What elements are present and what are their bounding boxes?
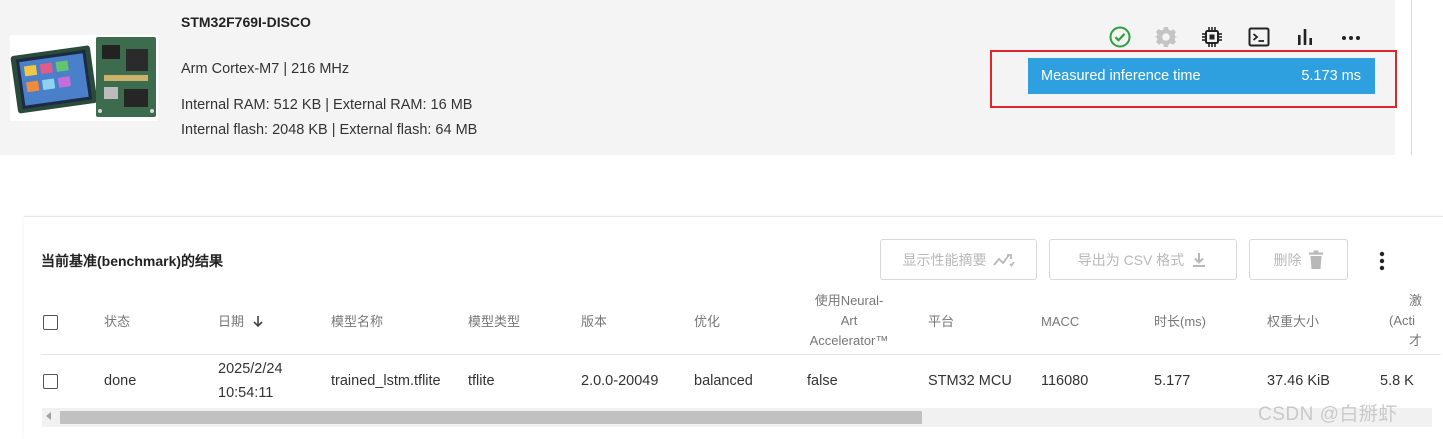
inference-time-bar: Measured inference time 5.173 ms xyxy=(1028,58,1375,94)
col-act-line3: 才 xyxy=(1409,333,1423,348)
inference-label: Measured inference time xyxy=(1041,68,1201,84)
col-model-name[interactable]: 模型名称 xyxy=(331,312,383,332)
cell-status: done xyxy=(104,373,137,389)
inference-value: 5.173 ms xyxy=(1301,68,1361,84)
more-vertical-icon[interactable] xyxy=(1372,250,1392,272)
trash-icon xyxy=(1308,250,1323,269)
cell-model-type: tflite xyxy=(468,373,495,389)
col-npu[interactable]: 使用Neural- Art Accelerator™ xyxy=(800,291,898,351)
cell-model-name: trained_lstm.tflite xyxy=(331,373,441,389)
chip-icon[interactable] xyxy=(1199,24,1225,50)
terminal-icon[interactable] xyxy=(1246,24,1272,50)
col-activations[interactable]: 激 (Acti 才 xyxy=(1386,291,1443,351)
cell-optimization: balanced xyxy=(694,373,753,389)
board-ram: Internal RAM: 512 KB | External RAM: 16 … xyxy=(181,97,473,113)
trend-icon xyxy=(992,253,1015,267)
col-macc[interactable]: MACC xyxy=(1041,312,1079,332)
col-optimization[interactable]: 优化 xyxy=(694,312,720,332)
check-circle-icon xyxy=(1107,24,1133,50)
col-model-type[interactable]: 模型类型 xyxy=(468,312,520,332)
select-all-checkbox[interactable] xyxy=(43,315,58,330)
row-checkbox[interactable] xyxy=(43,374,58,389)
delete-label: 删除 xyxy=(1273,251,1302,268)
col-platform[interactable]: 平台 xyxy=(928,312,954,332)
cell-weights: 37.46 KiB xyxy=(1267,373,1330,389)
col-weights[interactable]: 权重大小 xyxy=(1267,312,1319,332)
horizontal-scrollbar[interactable] xyxy=(42,408,1432,427)
export-csv-button[interactable]: 导出为 CSV 格式 xyxy=(1049,239,1237,280)
gear-icon[interactable] xyxy=(1153,24,1179,50)
cell-version: 2.0.0-20049 xyxy=(581,373,659,389)
show-summary-label: 显示性能摘要 xyxy=(902,251,987,268)
cell-date: 2025/2/24 10:54:11 xyxy=(218,359,283,404)
results-title: 当前基准(benchmark)的结果 xyxy=(41,253,224,269)
board-toolbar xyxy=(0,24,1443,50)
col-date[interactable]: 日期 xyxy=(218,312,264,332)
cell-date-day: 2025/2/24 xyxy=(218,361,283,377)
col-npu-line3: Accelerator™ xyxy=(809,333,889,348)
board-cpu: Arm Cortex-M7 | 216 MHz xyxy=(181,61,350,77)
cell-date-time: 10:54:11 xyxy=(218,385,274,401)
scrollbar-thumb[interactable] xyxy=(60,411,922,424)
col-npu-line2: Art xyxy=(840,313,858,328)
watermark: CSDN @白掰虾 xyxy=(1258,404,1398,425)
col-version[interactable]: 版本 xyxy=(581,312,607,332)
scroll-left-arrow-icon[interactable] xyxy=(46,412,51,420)
col-npu-line1: 使用Neural- xyxy=(814,293,884,308)
col-duration[interactable]: 时长(ms) xyxy=(1154,312,1206,332)
cell-activations: 5.8 K xyxy=(1380,373,1414,389)
download-icon xyxy=(1193,252,1206,267)
delete-button[interactable]: 删除 xyxy=(1249,239,1348,280)
col-date-label: 日期 xyxy=(218,314,245,329)
show-summary-button[interactable]: 显示性能摘要 xyxy=(880,239,1037,280)
bar-chart-icon[interactable] xyxy=(1292,24,1318,50)
col-act-line2: (Acti xyxy=(1389,313,1415,328)
sort-down-icon xyxy=(253,316,263,328)
col-status[interactable]: 状态 xyxy=(104,312,130,332)
cell-npu: false xyxy=(807,373,838,389)
export-csv-label: 导出为 CSV 格式 xyxy=(1077,251,1185,268)
col-act-line1: 激 xyxy=(1409,293,1423,308)
cell-platform: STM32 MCU xyxy=(928,373,1012,389)
header-divider xyxy=(41,354,1441,355)
cell-duration: 5.177 xyxy=(1154,373,1191,389)
more-horizontal-icon[interactable] xyxy=(1338,24,1364,50)
cell-macc: 116080 xyxy=(1041,373,1089,389)
board-flash: Internal flash: 2048 KB | External flash… xyxy=(181,122,478,138)
